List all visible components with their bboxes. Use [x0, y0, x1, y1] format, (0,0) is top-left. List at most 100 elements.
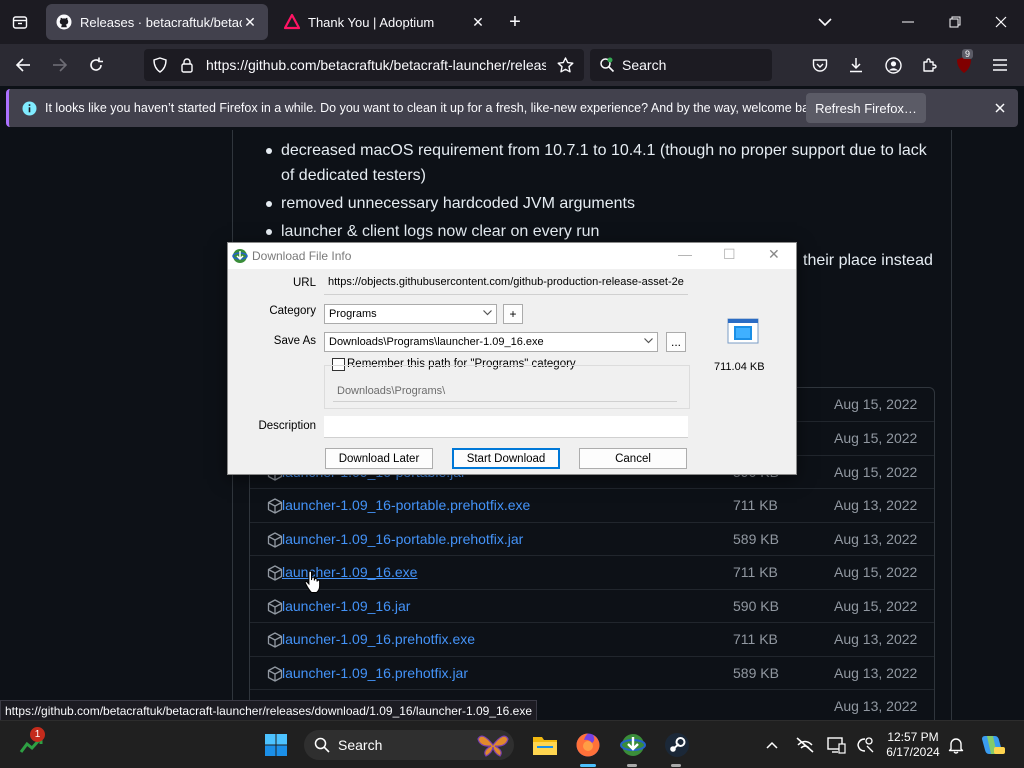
bookmark-star-icon[interactable] — [554, 55, 576, 75]
forward-icon[interactable] — [47, 53, 73, 77]
minimize-icon[interactable]: — — [678, 246, 692, 262]
asset-size: 590 KB — [733, 598, 779, 614]
running-app-indicator — [627, 764, 637, 767]
asset-date: Aug 15, 2022 — [834, 464, 918, 480]
info-icon — [21, 100, 37, 116]
clock-date: 6/17/2024 — [886, 745, 940, 759]
refresh-firefox-button[interactable]: Refresh Firefox… — [806, 93, 926, 123]
accessibility-icon[interactable] — [849, 729, 881, 761]
menu-icon[interactable] — [988, 53, 1012, 77]
pocket-icon[interactable] — [808, 53, 832, 77]
asset-date: Aug 13, 2022 — [834, 631, 918, 647]
internet-download-manager-icon[interactable] — [617, 729, 649, 761]
restore-icon[interactable] — [942, 10, 968, 34]
note-text: decreased macOS requirement from 10.7.1 … — [281, 142, 927, 184]
maximize-icon[interactable]: ☐ — [723, 246, 736, 263]
asset-date: Aug 15, 2022 — [834, 598, 918, 614]
chevron-down-icon[interactable] — [812, 10, 838, 34]
file-type-icon — [727, 318, 759, 344]
stock-widget-icon[interactable]: 1 — [16, 727, 48, 761]
bullet-dot — [266, 229, 272, 235]
tab-title: Thank You | Adoptium — [308, 14, 435, 30]
close-icon[interactable] — [991, 99, 1009, 117]
asset-link[interactable]: launcher-1.09_16-portable.prehotfix.jar — [282, 531, 523, 547]
asset-date: Aug 13, 2022 — [834, 497, 918, 513]
downloads-icon[interactable] — [844, 53, 868, 77]
network-offline-icon[interactable] — [789, 729, 821, 761]
tab-releases[interactable]: Releases · betacraftuk/betacraft-launche… — [46, 4, 268, 40]
lock-icon[interactable] — [178, 56, 196, 74]
display-icon[interactable] — [820, 729, 852, 761]
table-row[interactable]: launcher-1.09_16.prehotfix.jar 589 KB Au… — [250, 656, 934, 690]
close-tab-icon[interactable]: ✕ — [470, 14, 486, 31]
table-row[interactable]: launcher-1.09_16-portable.prehotfix.jar … — [250, 522, 934, 556]
download-file-info-dialog: Download File Info — ☐ ✕ URL https://obj… — [227, 242, 797, 475]
asset-size: 711 KB — [733, 564, 778, 580]
ublock-origin-icon[interactable]: 9 — [952, 49, 976, 77]
cancel-button[interactable]: Cancel — [579, 448, 687, 469]
navigation-toolbar: https://github.com/betacraftuk/betacraft… — [0, 44, 1024, 86]
system-clock[interactable]: 12:57 PM 6/17/2024 — [880, 730, 946, 760]
close-tab-icon[interactable]: ✕ — [242, 14, 258, 31]
adoptium-icon — [284, 14, 300, 30]
copilot-icon[interactable] — [976, 729, 1008, 761]
notification-message: It looks like you haven’t started Firefo… — [45, 101, 826, 115]
account-icon[interactable] — [881, 53, 905, 77]
idm-icon — [232, 249, 248, 263]
description-field[interactable] — [324, 416, 688, 438]
reload-icon[interactable] — [83, 53, 109, 77]
url-field[interactable]: https://objects.githubusercontent.com/gi… — [324, 273, 688, 295]
asset-link[interactable]: launcher-1.09_16.exe — [282, 564, 417, 580]
asset-date: Aug 15, 2022 — [834, 430, 918, 446]
note-text: removed unnecessary hardcoded JVM argume… — [281, 195, 635, 212]
firefox-icon[interactable] — [572, 729, 604, 761]
table-row[interactable]: launcher-1.09_16.prehotfix.exe 711 KB Au… — [250, 622, 934, 656]
save-as-label: Save As — [273, 335, 316, 347]
path-preview: Downloads\Programs\ — [333, 382, 677, 402]
address-bar[interactable]: https://github.com/betacraftuk/betacraft… — [144, 49, 584, 81]
asset-size: 711 KB — [733, 497, 778, 513]
file-size: 711.04 KB — [714, 361, 765, 373]
category-select[interactable]: Programs — [324, 304, 497, 324]
show-hidden-icons-icon[interactable] — [756, 729, 788, 761]
tab-list-icon[interactable] — [6, 10, 34, 34]
close-window-icon[interactable] — [988, 10, 1014, 34]
extensions-icon[interactable] — [917, 53, 941, 77]
browse-button[interactable]: ... — [666, 332, 686, 352]
dialog-titlebar[interactable]: Download File Info — ☐ ✕ — [228, 243, 796, 269]
url-text: https://github.com/betacraftuk/betacraft… — [206, 57, 546, 73]
table-row[interactable]: launcher-1.09_16.jar 590 KB Aug 15, 2022 — [250, 589, 934, 623]
table-row[interactable]: launcher-1.09_16-portable.prehotfix.exe … — [250, 488, 934, 522]
tab-adoptium[interactable]: Thank You | Adoptium ✕ — [274, 4, 496, 40]
asset-link[interactable]: launcher-1.09_16.jar — [282, 598, 410, 614]
tab-title: Releases · betacraftuk/betacraft-launche… — [80, 14, 242, 30]
back-icon[interactable] — [10, 53, 36, 77]
new-tab-icon[interactable]: + — [502, 10, 528, 34]
asset-size: 711 KB — [733, 631, 778, 647]
minimize-icon[interactable] — [895, 10, 921, 34]
url-label: URL — [292, 277, 316, 289]
steam-icon[interactable] — [661, 729, 693, 761]
add-category-button[interactable]: + — [503, 304, 523, 324]
save-as-field[interactable]: Downloads\Programs\launcher-1.09_16.exe — [324, 332, 658, 352]
search-bar[interactable]: Search — [590, 49, 772, 81]
table-row[interactable]: launcher-1.09_16.exe 711 KB Aug 15, 2022 — [250, 555, 934, 589]
asset-link[interactable]: launcher-1.09_16-portable.prehotfix.exe — [282, 497, 530, 513]
package-icon — [267, 599, 283, 615]
tracking-protection-icon[interactable] — [150, 56, 170, 74]
close-icon[interactable]: ✕ — [768, 246, 780, 263]
notification-bell-icon[interactable] — [940, 729, 972, 761]
note-text: launcher & client logs now clear on ever… — [281, 223, 600, 240]
start-download-button[interactable]: Start Download — [452, 448, 560, 469]
asset-date: Aug 13, 2022 — [834, 531, 918, 547]
asset-link[interactable]: launcher-1.09_16.prehotfix.jar — [282, 665, 468, 681]
download-later-button[interactable]: Download Later — [325, 448, 433, 469]
asset-date: Aug 15, 2022 — [834, 396, 918, 412]
file-explorer-icon[interactable] — [529, 729, 561, 761]
github-icon — [56, 14, 72, 30]
asset-link[interactable]: launcher-1.09_16.prehotfix.exe — [282, 631, 475, 647]
active-app-indicator — [580, 764, 596, 767]
taskbar-search[interactable]: Search — [304, 730, 514, 760]
windows-start-icon[interactable] — [260, 729, 292, 761]
description-label: Description — [258, 420, 316, 432]
